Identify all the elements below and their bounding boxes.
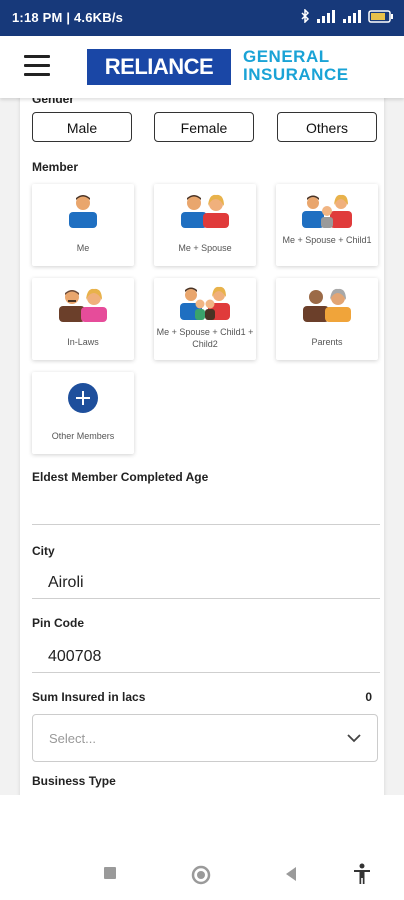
member-tile-parents[interactable]: Parents	[276, 278, 378, 360]
city-label: City	[32, 544, 55, 558]
gender-female-button[interactable]: Female	[154, 112, 254, 142]
gender-others-button[interactable]: Others	[277, 112, 377, 142]
status-time: 1:18 PM | 4.6KB/s	[12, 10, 124, 25]
member-tile-me-spouse[interactable]: Me + Spouse	[154, 184, 256, 266]
add-member-icon[interactable]	[67, 382, 99, 414]
reliance-logo: RELIANCE	[87, 49, 231, 85]
signal-icon	[317, 10, 335, 23]
business-type-label: Business Type	[32, 774, 116, 788]
sum-insured-value: 0	[365, 690, 372, 704]
quote-form-card: Gender Male Female Others Member Me Me +…	[20, 98, 384, 795]
pin-code-label: Pin Code	[32, 616, 85, 630]
status-icons: 61	[300, 9, 394, 23]
gender-male-button[interactable]: Male	[32, 112, 132, 142]
member-tile-me[interactable]: Me	[32, 184, 134, 266]
menu-icon[interactable]	[24, 55, 50, 77]
parents-icon	[303, 288, 351, 322]
city-input[interactable]: Airoli	[48, 574, 84, 592]
logo-subtitle-line2: INSURANCE	[243, 65, 349, 84]
system-nav-bar	[0, 836, 404, 900]
member-label: Member	[32, 160, 79, 174]
member-tile-in-laws[interactable]: In-Laws	[32, 278, 134, 360]
member-tile-label: Me + Spouse	[178, 243, 232, 253]
family-two-children-icon	[180, 286, 230, 320]
app-bar: RELIANCE GENERAL INSURANCE	[0, 36, 404, 98]
city-underline	[32, 598, 380, 599]
member-tile-me-spouse-child1-child2[interactable]: Me + Spouse + Child1 + Child2	[154, 278, 256, 360]
in-laws-icon	[59, 288, 107, 322]
signal-icon-2	[343, 10, 361, 23]
couple-icon	[181, 194, 229, 228]
home-icon[interactable]	[191, 865, 211, 885]
member-tile-other-members[interactable]: Other Members	[32, 372, 134, 454]
member-tile-label: Me + Spouse + Child1 + Child2	[156, 327, 254, 349]
single-person-icon	[69, 195, 97, 228]
member-tile-label: Me	[76, 243, 90, 253]
member-tile-label: Other Members	[51, 431, 115, 441]
battery-icon	[368, 9, 393, 23]
member-tile-label: Parents	[311, 337, 343, 347]
member-tile-me-spouse-child1[interactable]: Me + Spouse + Child1	[276, 184, 378, 266]
gender-label: Gender	[32, 98, 75, 106]
sum-insured-label: Sum Insured in lacs	[32, 690, 146, 704]
recent-apps-icon[interactable]	[103, 866, 117, 880]
status-bar: 1:18 PM | 4.6KB/s 61	[0, 0, 404, 36]
accessibility-icon[interactable]	[352, 863, 372, 885]
logo-subtitle: GENERAL INSURANCE	[243, 48, 349, 84]
back-icon[interactable]	[284, 866, 298, 882]
bluetooth-icon	[301, 9, 310, 23]
logo-subtitle-line1: GENERAL	[243, 47, 330, 66]
member-tile-label: Me + Spouse + Child1	[282, 235, 372, 245]
sum-insured-placeholder: Select...	[49, 731, 96, 746]
family-one-child-icon	[302, 194, 352, 228]
chevron-down-icon	[347, 734, 361, 743]
pin-code-input[interactable]: 400708	[48, 648, 101, 666]
eldest-age-label: Eldest Member Completed Age	[32, 470, 209, 484]
member-tile-label: In-Laws	[67, 337, 99, 347]
sum-insured-select[interactable]: Select...	[32, 714, 378, 762]
pin-code-underline	[32, 672, 380, 673]
eldest-age-underline	[32, 524, 380, 525]
scroll-content[interactable]: Gender Male Female Others Member Me Me +…	[0, 98, 404, 795]
